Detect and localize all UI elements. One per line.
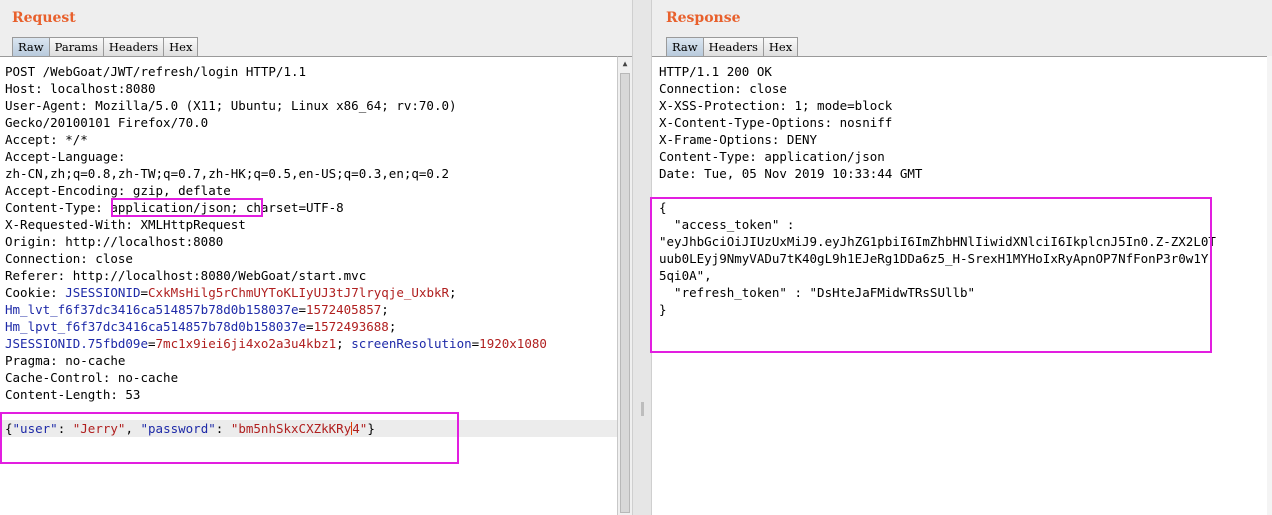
response-line: X-XSS-Protection: 1; mode=block — [659, 98, 893, 113]
cookie-value: 1572405857 — [306, 302, 382, 317]
response-pane: Response Raw Headers Hex HTTP/1.1 200 OK… — [650, 0, 1272, 515]
body-password-key: "password" — [140, 421, 216, 436]
response-line: X-Content-Type-Options: nosniff — [659, 115, 893, 130]
request-line: zh-CN,zh;q=0.8,zh-TW;q=0.7,zh-HK;q=0.5,e… — [5, 166, 450, 181]
cookie-eq: = — [140, 285, 149, 300]
response-line: Connection: close — [659, 81, 787, 96]
body-colon: : — [57, 421, 73, 436]
response-json-line: "refresh_token" : "DsHteJaFMidwTRsSUllb" — [659, 285, 976, 300]
request-line: Referer: http://localhost:8080/WebGoat/s… — [5, 268, 367, 283]
request-tabs: Raw Params Headers Hex — [12, 37, 199, 56]
request-line: X-Requested-With: XMLHttpRequest — [5, 217, 246, 232]
cookie-value: 7mc1x9iei6ji4xo2a3u4kbz1 — [155, 336, 337, 351]
response-json-line: "eyJhbGciOiJIUzUxMiJ9.eyJhZG1pbiI6ImZhbH… — [659, 234, 1216, 249]
request-line: Cache-Control: no-cache — [5, 370, 179, 385]
response-json-line: 5qi0A", — [659, 268, 712, 283]
response-json-line: { — [659, 200, 667, 215]
cookie-line: Cookie: JSESSIONID=CxkMsHilg5rChmUYToKLI… — [5, 284, 618, 301]
response-line: Date: Tue, 05 Nov 2019 10:33:44 GMT — [659, 166, 923, 181]
body-colon: : — [215, 421, 231, 436]
request-pane: Request Raw Params Headers Hex POST /Web… — [0, 0, 632, 515]
cookie-sep: ; — [449, 285, 457, 300]
cookie-label: Cookie: — [5, 285, 66, 300]
response-json-line: "access_token" : — [659, 217, 795, 232]
request-line: Content-Length: 53 — [5, 387, 141, 402]
cookie-name: Hm_lpvt_f6f37dc3416ca514857b78d0b158037e — [5, 319, 307, 334]
request-line: Gecko/20100101 Firefox/70.0 — [5, 115, 209, 130]
response-line: Content-Type: application/json — [659, 149, 885, 164]
request-tab-params[interactable]: Params — [48, 37, 104, 56]
cookie-name: JSESSIONID — [65, 285, 141, 300]
request-line: Connection: close — [5, 251, 133, 266]
request-title: Request — [12, 10, 76, 26]
response-line: HTTP/1.1 200 OK — [659, 64, 772, 79]
body-password-value-end: 4" — [352, 421, 368, 436]
response-line: X-Frame-Options: DENY — [659, 132, 818, 147]
response-json-line: } — [659, 302, 667, 317]
request-editor[interactable]: POST /WebGoat/JWT/refresh/login HTTP/1.1… — [0, 56, 618, 515]
cookie-name: JSESSIONID.75fbd09e — [5, 336, 148, 351]
scroll-up-icon[interactable]: ▲ — [618, 57, 632, 71]
cookie-eq: = — [298, 302, 307, 317]
cookie-line: JSESSIONID.75fbd09e=7mc1x9iei6ji4xo2a3u4… — [5, 335, 618, 352]
cookie-line: Hm_lvt_f6f37dc3416ca514857b78d0b158037e=… — [5, 301, 618, 318]
pane-divider[interactable] — [632, 0, 652, 515]
cookie-eq: = — [148, 336, 156, 351]
cookie-value: 1572493688 — [313, 319, 389, 334]
cookie-value: CxkMsHilg5rChmUYToKLIyUJ3tJ7lryqje_UxbkR — [148, 285, 450, 300]
response-tab-hex[interactable]: Hex — [762, 37, 799, 56]
body-brace-open: { — [5, 421, 13, 436]
request-line: Pragma: no-cache — [5, 353, 126, 368]
request-scrollbar[interactable]: ▲ — [617, 56, 632, 515]
request-tab-raw[interactable]: Raw — [12, 37, 50, 56]
request-tab-hex[interactable]: Hex — [163, 37, 199, 56]
request-line: Host: localhost:8080 — [5, 81, 156, 96]
request-tab-headers[interactable]: Headers — [102, 37, 165, 56]
response-tabs: Raw Headers Hex — [666, 37, 799, 56]
response-tab-raw[interactable]: Raw — [666, 37, 704, 56]
body-user-key: "user" — [12, 421, 58, 436]
response-editor[interactable]: HTTP/1.1 200 OK Connection: close X-XSS-… — [652, 56, 1272, 515]
cookie-sep: ; — [388, 319, 397, 334]
cookie-line: Hm_lpvt_f6f37dc3416ca514857b78d0b158037e… — [5, 318, 618, 335]
cookie-sep: ; — [381, 302, 389, 317]
request-line: Content-Type: application/json; charset=… — [5, 200, 344, 215]
cookie-value: 1920x1080 — [479, 336, 547, 351]
response-title: Response — [666, 10, 741, 26]
request-line: Accept: */* — [5, 132, 88, 147]
body-password-value: "bm5nhSkxCXZkKRy — [230, 421, 352, 436]
response-json-line: uub0LEyj9NmyVADu7tK40gL9h1EJeRg1DDa6z5_H… — [659, 251, 1209, 266]
response-tab-headers[interactable]: Headers — [702, 37, 764, 56]
body-user-value: "Jerry" — [72, 421, 126, 436]
request-line: POST /WebGoat/JWT/refresh/login HTTP/1.1 — [5, 64, 307, 79]
scrollbar-thumb[interactable] — [620, 73, 630, 513]
request-line: Origin: http://localhost:8080 — [5, 234, 224, 249]
request-line: Accept-Encoding: gzip, deflate — [5, 183, 231, 198]
divider-grip-icon[interactable] — [641, 402, 644, 416]
body-comma: , — [125, 421, 141, 436]
cookie-name: screenResolution — [351, 336, 472, 351]
cookie-eq: = — [306, 319, 314, 334]
request-line: User-Agent: Mozilla/5.0 (X11; Ubuntu; Li… — [5, 98, 457, 113]
body-brace-close: } — [367, 421, 375, 436]
cookie-sep: ; — [336, 336, 352, 351]
request-body-line[interactable]: {"user": "Jerry", "password": "bm5nhSkxC… — [0, 420, 618, 437]
cookie-name: Hm_lvt_f6f37dc3416ca514857b78d0b158037e — [5, 302, 299, 317]
response-scrollbar[interactable] — [1267, 56, 1272, 515]
request-line: Accept-Language: — [5, 149, 126, 164]
